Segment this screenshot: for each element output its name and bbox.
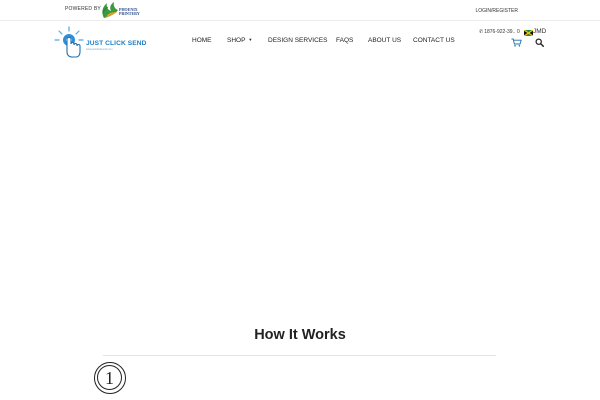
click-hand-icon (54, 26, 84, 58)
brand-tagline: www.justclicksend.com (86, 48, 113, 51)
caret-down-icon: ▼ (248, 37, 253, 42)
step-number: 1 (97, 365, 122, 390)
nav-design-services[interactable]: DESIGN SERVICES (268, 37, 327, 44)
powered-by-label: POWERED BY (65, 6, 101, 12)
phoenix-printery-wordmark: PHOENIX PRINTERY (119, 8, 140, 16)
top-bar: POWERED BY PHOENIX PRINTERY LOGIN/REGIST… (0, 0, 600, 21)
contact-phone[interactable]: ✆1876-922-39.. (479, 29, 515, 35)
login-register-link[interactable]: LOGIN/REGISTER (475, 8, 518, 14)
phone-icon: ✆ (479, 29, 484, 35)
nav-about-us[interactable]: ABOUT US (368, 37, 401, 44)
phone-number: 1876-922-39.. (484, 29, 516, 35)
search-icon[interactable] (535, 38, 544, 47)
site-logo[interactable]: JUST CLICK SEND www.justclicksend.com (53, 25, 149, 59)
nav-shop-label: SHOP (227, 37, 246, 44)
jamaica-flag-icon[interactable] (524, 30, 533, 36)
section-title: How It Works (254, 327, 346, 343)
nav-contact-us[interactable]: CONTACT US (413, 37, 455, 44)
section-divider (103, 355, 496, 356)
cart-icon[interactable] (511, 38, 522, 47)
currency-selector[interactable]: JMD (533, 28, 546, 35)
nav-faqs[interactable]: FAQS (336, 37, 353, 44)
nav-shop[interactable]: SHOP ▼ (227, 37, 252, 44)
cart-count: 0 (517, 29, 520, 35)
nav-home[interactable]: HOME (192, 37, 212, 44)
partner-name-line2: PRINTERY (119, 11, 140, 16)
brand-name: JUST CLICK SEND (86, 40, 147, 47)
step-badge: 1 (94, 362, 126, 394)
